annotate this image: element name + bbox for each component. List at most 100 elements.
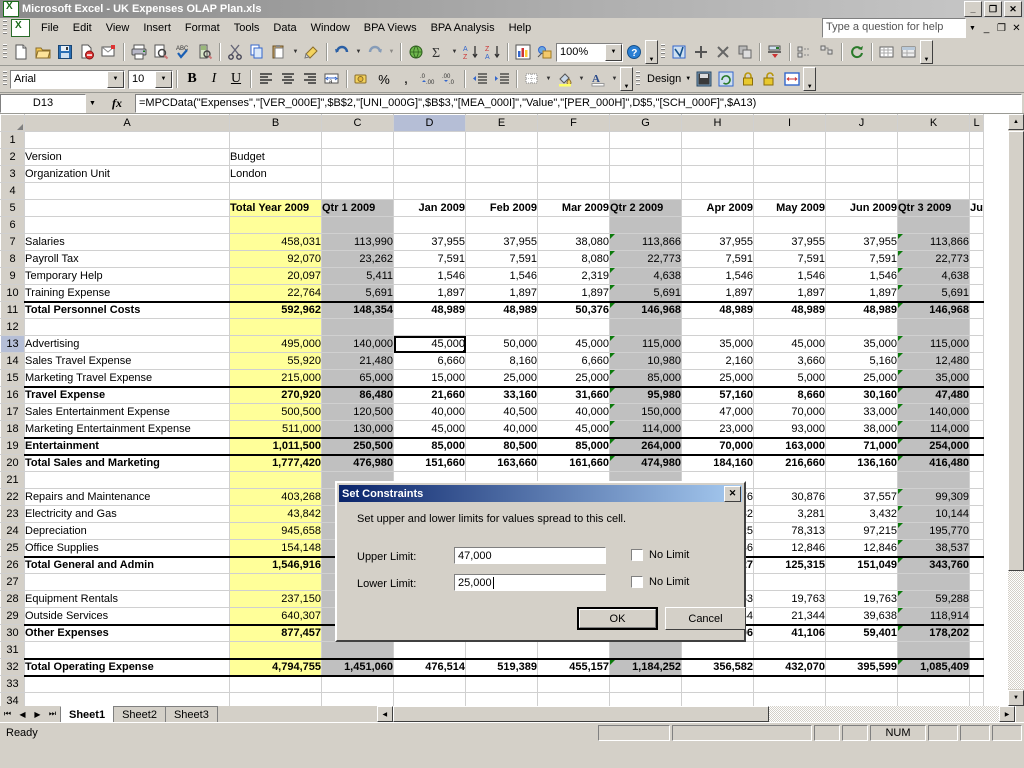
chart-wizard-icon[interactable]	[512, 41, 534, 63]
cell-G13[interactable]: 115,000	[609, 335, 682, 353]
cell-A7[interactable]: Salaries	[24, 233, 230, 251]
cell-K14[interactable]: 12,480	[897, 352, 970, 370]
cell-empty[interactable]	[825, 318, 898, 336]
cell-empty[interactable]	[465, 692, 538, 706]
sheet-tab-sheet3[interactable]: Sheet3	[164, 706, 218, 722]
cell-C15[interactable]: 65,000	[321, 369, 394, 387]
cell-F9[interactable]: 2,319	[537, 267, 610, 285]
cell-empty[interactable]	[24, 641, 230, 659]
bpa-copy-icon[interactable]	[734, 41, 756, 63]
cell-B11[interactable]: 592,962	[229, 300, 322, 319]
cell-J10[interactable]: 1,897	[825, 284, 898, 302]
cell-empty[interactable]	[465, 182, 538, 200]
cell-A32[interactable]: Total Operating Expense	[24, 657, 230, 677]
cell-C11[interactable]: 148,354	[321, 300, 394, 319]
cell-C7[interactable]: 113,990	[321, 233, 394, 251]
cell-empty[interactable]	[753, 318, 826, 336]
spelling-icon[interactable]: ABC	[172, 41, 194, 63]
email-icon[interactable]	[98, 41, 120, 63]
cell-empty[interactable]	[825, 573, 898, 591]
column-header-b[interactable]: B	[229, 114, 322, 132]
borders-icon[interactable]	[521, 68, 543, 90]
cell-K8[interactable]: 22,773	[897, 250, 970, 268]
sort-desc-icon[interactable]: ZA	[482, 41, 504, 63]
upper-no-limit-checkbox[interactable]	[631, 549, 643, 561]
cell-A19[interactable]: Entertainment	[24, 436, 230, 455]
vertical-scroll-track[interactable]	[1008, 571, 1024, 689]
column-header-d[interactable]: D	[393, 114, 466, 132]
cell-empty[interactable]	[969, 318, 984, 336]
cell-empty[interactable]	[753, 573, 826, 591]
cell-empty[interactable]	[24, 318, 230, 336]
cell-empty[interactable]	[393, 165, 466, 183]
select-all-corner[interactable]	[0, 114, 25, 132]
paste-icon[interactable]	[268, 41, 290, 63]
bpa-grid-icon[interactable]	[876, 41, 898, 63]
row-header-30[interactable]: 30	[0, 624, 25, 642]
cell-empty[interactable]	[825, 471, 898, 489]
cell-J22[interactable]: 37,557	[825, 488, 898, 506]
cell-empty[interactable]	[321, 318, 394, 336]
row-header-4[interactable]: 4	[0, 182, 25, 200]
cell-A3[interactable]: Organization Unit	[24, 165, 230, 183]
cell-A11[interactable]: Total Personnel Costs	[24, 300, 230, 319]
font-color-dropdown-icon[interactable]: ▼	[609, 68, 620, 90]
cell-empty[interactable]	[897, 573, 970, 591]
cell-empty[interactable]	[969, 420, 984, 438]
print-preview-icon[interactable]	[150, 41, 172, 63]
cell-D10[interactable]: 1,897	[393, 284, 466, 302]
design-toolbar-overflow-icon[interactable]: ▼	[803, 67, 817, 91]
cell-A30[interactable]: Other Expenses	[24, 623, 230, 642]
autosum-dropdown-icon[interactable]: ▼	[449, 41, 460, 63]
cell-J15[interactable]: 25,000	[825, 369, 898, 387]
menu-window[interactable]: Window	[304, 19, 357, 37]
cell-empty[interactable]	[681, 675, 754, 693]
cell-empty[interactable]	[969, 148, 984, 166]
cell-empty[interactable]	[969, 555, 984, 574]
font-color-icon[interactable]: A	[587, 68, 609, 90]
cell-empty[interactable]	[537, 641, 610, 659]
cell-empty[interactable]	[229, 318, 322, 336]
cell-empty[interactable]	[969, 539, 984, 557]
cell-J32[interactable]: 395,599	[825, 657, 898, 677]
cell-C5[interactable]: Qtr 1 2009	[321, 199, 394, 217]
cell-empty[interactable]	[969, 675, 984, 693]
cell-I13[interactable]: 45,000	[753, 335, 826, 353]
cell-empty[interactable]	[753, 675, 826, 693]
scroll-down-button[interactable]: ▼	[1008, 690, 1024, 706]
cell-I7[interactable]: 37,955	[753, 233, 826, 251]
cell-E19[interactable]: 80,500	[465, 436, 538, 455]
new-icon[interactable]	[10, 41, 32, 63]
cell-I22[interactable]: 30,876	[753, 488, 826, 506]
cell-A23[interactable]: Electricity and Gas	[24, 505, 230, 523]
cell-empty[interactable]	[969, 436, 984, 455]
cell-J11[interactable]: 48,989	[825, 300, 898, 319]
cell-G19[interactable]: 264,000	[609, 436, 682, 455]
row-header-26[interactable]: 26	[0, 556, 25, 574]
cell-H20[interactable]: 184,160	[681, 453, 754, 472]
cell-empty[interactable]	[229, 641, 322, 659]
cell-empty[interactable]	[681, 318, 754, 336]
cell-G16[interactable]: 95,980	[609, 385, 682, 404]
cell-empty[interactable]	[897, 165, 970, 183]
row-header-7[interactable]: 7	[0, 233, 25, 251]
row-header-16[interactable]: 16	[0, 386, 25, 404]
cell-K13[interactable]: 115,000	[897, 335, 970, 353]
menu-edit[interactable]: Edit	[66, 19, 99, 37]
lock-icon[interactable]	[737, 68, 759, 90]
cell-empty[interactable]	[609, 216, 682, 234]
fit-width-icon[interactable]	[781, 68, 803, 90]
cell-B17[interactable]: 500,500	[229, 403, 322, 421]
design-dropdown-icon[interactable]: ▼	[685, 76, 691, 82]
paste-dropdown-icon[interactable]: ▼	[290, 41, 301, 63]
align-right-icon[interactable]	[299, 68, 321, 90]
autosum-icon[interactable]: Σ	[427, 41, 449, 63]
cell-empty[interactable]	[393, 675, 466, 693]
cell-empty[interactable]	[229, 675, 322, 693]
cell-K7[interactable]: 113,866	[897, 233, 970, 251]
cell-empty[interactable]	[825, 131, 898, 149]
cell-B16[interactable]: 270,920	[229, 385, 322, 404]
cell-empty[interactable]	[969, 403, 984, 421]
cell-B5[interactable]: Total Year 2009	[229, 199, 322, 217]
worksheet-grid[interactable]: A B C D E F G H I J K L 1 2 Version Budget 3 Organization…	[0, 114, 1024, 706]
